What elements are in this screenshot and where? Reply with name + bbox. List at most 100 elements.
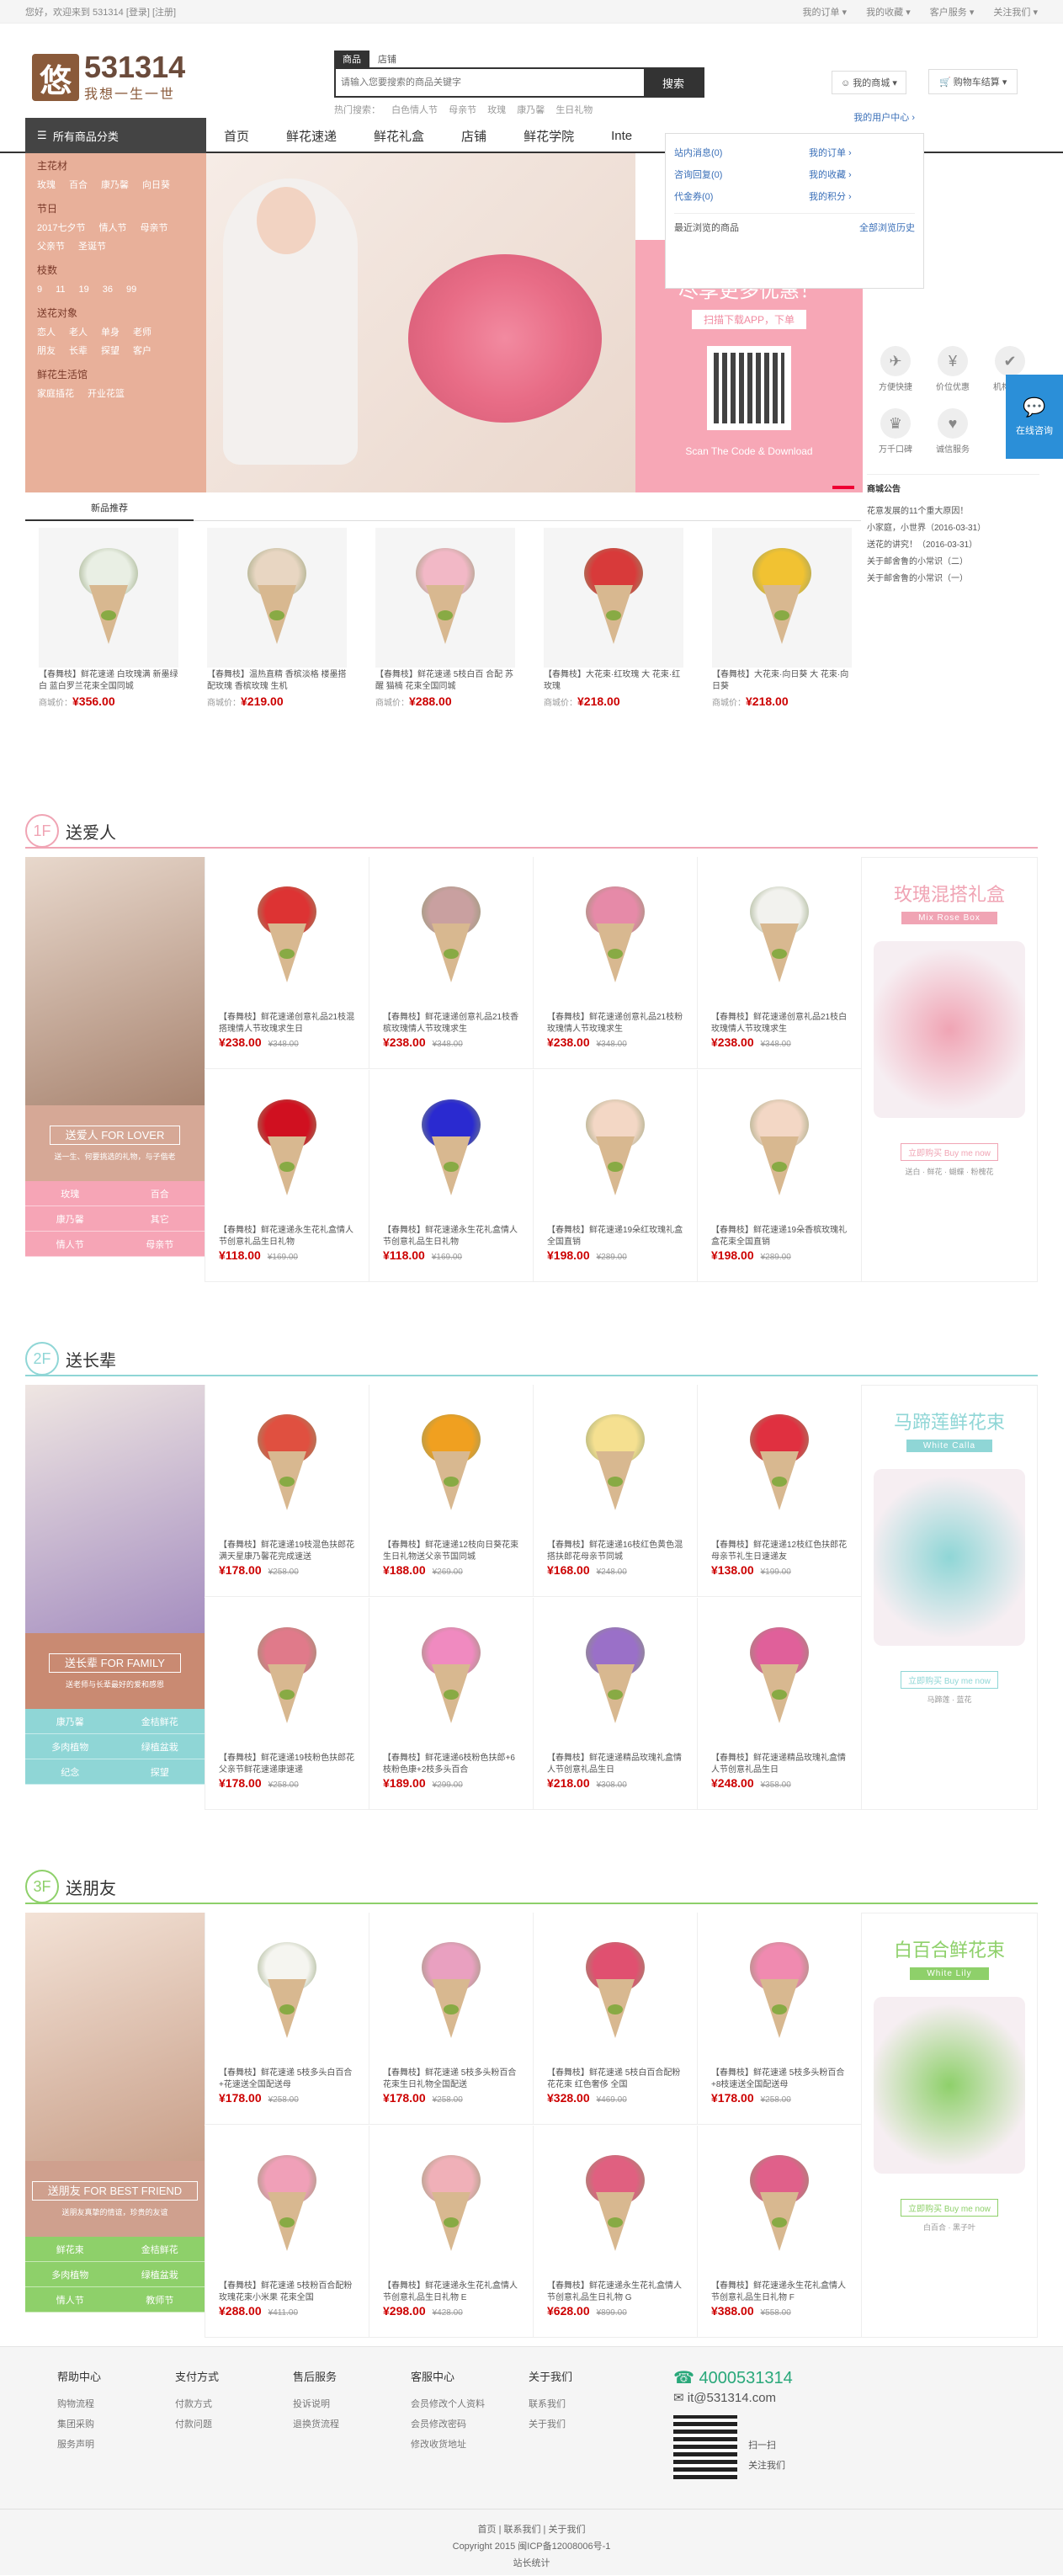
product-image[interactable] — [383, 1082, 519, 1216]
product-image[interactable] — [711, 1082, 848, 1216]
product-image[interactable] — [219, 1397, 355, 1531]
product-title[interactable]: 【春舞枝】鲜花速递 5枝多头粉百合+8枝速送全国配送母 — [711, 2068, 848, 2091]
product-title[interactable]: 【春舞枝】鲜花速递12枝向日葵花束生日礼物送父亲节国同城 — [383, 1540, 519, 1563]
tab-new-products[interactable]: 新品推荐 — [25, 501, 194, 521]
product-card[interactable]: 【春舞枝】鲜花速递12枝向日葵花束生日礼物送父亲节国同城 ¥188.00 ¥269.… — [369, 1385, 533, 1597]
vouchers-link[interactable]: 代金券(0) — [674, 186, 809, 208]
nav-flower-academy[interactable]: 鲜花学院 — [524, 127, 574, 145]
category-group-title[interactable]: 节日 — [37, 201, 194, 216]
product-card[interactable]: 【春舞枝】鲜花速递16枝红色黄色混搭扶郎花母亲节同城 ¥168.00 ¥248.00 — [533, 1385, 697, 1597]
category-item[interactable]: 19 — [79, 280, 89, 299]
product-title[interactable]: 【春舞枝】鲜花速递永生花礼盒情人节创意礼品生日礼物 E — [383, 2281, 519, 2304]
all-categories-button[interactable]: ☰ 所有商品分类 — [25, 118, 206, 153]
product-title[interactable]: 【春舞枝】鲜花速递创意礼品21枝香槟玫瑰情人节玫瑰求生 — [383, 1012, 519, 1035]
category-item[interactable]: 恋人 — [37, 323, 56, 342]
product-card[interactable]: 【春舞枝】鲜花速递 5枝多头白百合+花速送全国配送母 ¥178.00 ¥258.00 — [205, 1913, 369, 2125]
product-title[interactable]: 【春舞枝】鲜花速递19朵红玫瑰礼盒全国直销 — [547, 1225, 683, 1248]
floor-keyword[interactable]: 金桔鲜花 — [114, 2237, 205, 2262]
floor-feature[interactable]: 玫瑰混搭礼盒 Mix Rose Box 立即购买 Buy me now 送白 · 鲜花… — [861, 857, 1038, 1282]
floor-tag-title[interactable]: 送爱人 FOR LOVER — [49, 1126, 181, 1145]
service-item[interactable]: ¥ 价位优惠 — [924, 346, 981, 408]
product-title[interactable]: 【春舞枝】鲜花速递创意礼品21枝白玫瑰情人节玫瑰求生 — [711, 1012, 848, 1035]
buy-now-button[interactable]: 立即购买 Buy me now — [901, 1671, 998, 1689]
footer-link[interactable]: 服务声明 — [57, 2435, 175, 2455]
footer-link[interactable]: 联系我们 — [529, 2394, 646, 2414]
stats-link[interactable]: 站长统计 — [0, 2555, 1063, 2572]
feature-image[interactable] — [874, 1997, 1025, 2174]
category-item[interactable]: 情人节 — [98, 219, 126, 237]
floor-keyword[interactable]: 多肉植物 — [25, 1734, 115, 1759]
product-title[interactable]: 【春舞枝】鲜花速递永生花礼盒情人节创意礼品生日礼物 F — [711, 2281, 848, 2304]
product-image[interactable] — [219, 2137, 355, 2272]
product-title[interactable]: 【春舞枝】鲜花速递创意礼品21枝混搭瑰情人节玫瑰求生日 — [219, 1012, 355, 1035]
product-card[interactable]: 【春舞枝】鲜花速递 5枝粉百合配粉玫瑰花束小米果 花束全国 ¥288.00 ¥411… — [205, 2125, 369, 2338]
floor-feature[interactable]: 马蹄莲鲜花束 White Calla 立即购买 Buy me now 马蹄莲 · 蓝花 — [861, 1385, 1038, 1810]
hot-keyword[interactable]: 白色情人节 — [391, 105, 438, 115]
product-image[interactable] — [711, 1610, 848, 1744]
floor-keyword[interactable]: 纪念 — [25, 1759, 115, 1785]
product-title[interactable]: 【春舞枝】鲜花速递永生花礼盒情人节创意礼品生日礼物 G — [547, 2281, 683, 2304]
product-image[interactable] — [375, 528, 515, 668]
floor-keyword[interactable]: 康乃馨 — [25, 1709, 115, 1734]
hot-keyword[interactable]: 生日礼物 — [555, 105, 593, 115]
product-card[interactable]: 【春舞枝】鲜花速递永生花礼盒情人节创意礼品生日礼物 F ¥388.00 ¥558.0… — [697, 2125, 861, 2338]
product-title[interactable]: 【春舞枝】鲜花速递19朵香槟玫瑰礼盒花束全国直销 — [711, 1225, 848, 1248]
product-image[interactable] — [383, 1610, 519, 1744]
category-item[interactable]: 9 — [37, 280, 42, 299]
footer-link[interactable]: 退换货流程 — [293, 2414, 411, 2435]
product-card[interactable]: 【春舞枝】鲜花速递19朵香槟玫瑰礼盒花束全国直销 ¥198.00 ¥289.00 — [697, 1069, 861, 1282]
product-card[interactable]: 【春舞枝】鲜花速递创意礼品21枝粉玫瑰情人节玫瑰求生 ¥238.00 ¥348.00 — [533, 857, 697, 1069]
my-orders-dd-link[interactable]: 我的订单 › — [809, 142, 943, 164]
product-card[interactable]: 【春舞枝】鲜花速递永生花礼盒情人节创意礼品生日礼物 ¥118.00 ¥169.00 — [369, 1069, 533, 1282]
category-item[interactable]: 99 — [126, 280, 136, 299]
category-item[interactable]: 家庭插花 — [37, 385, 74, 403]
product-image[interactable] — [383, 1924, 519, 2059]
category-item[interactable]: 开业花篮 — [88, 385, 125, 403]
category-item[interactable]: 2017七夕节 — [37, 219, 85, 237]
category-item[interactable]: 父亲节 — [37, 237, 65, 256]
product-title[interactable]: 【春舞枝】鲜花速递精品玫瑰礼盒情人节创意礼品生日 — [711, 1753, 848, 1776]
product-image[interactable] — [547, 1924, 683, 2059]
footer-link[interactable]: 会员修改个人资料 — [411, 2394, 529, 2414]
product-image[interactable] — [207, 528, 347, 668]
product-image[interactable] — [219, 869, 355, 1003]
footer-link[interactable]: 付款问题 — [175, 2414, 293, 2435]
product-image[interactable] — [383, 1397, 519, 1531]
product-image[interactable] — [547, 1082, 683, 1216]
my-orders-link[interactable]: 我的订单 ▾ — [803, 8, 848, 18]
footer-link[interactable]: 关于我们 — [529, 2414, 646, 2435]
product-title[interactable]: 【春舞枝】鲜花速递 白玫瑰满 新墨绿白 蓝白罗兰花束全国同城 — [39, 669, 178, 693]
product-title[interactable]: 【春舞枝】大花束·向日葵 大 花束·向日葵 — [712, 669, 852, 693]
floor-keyword[interactable]: 金桔鲜花 — [114, 1709, 205, 1734]
product-image[interactable] — [547, 1397, 683, 1531]
product-image[interactable] — [547, 2137, 683, 2272]
product-card[interactable]: 【春舞枝】鲜花速递永生花礼盒情人节创意礼品生日礼物 E ¥298.00 ¥428.0… — [369, 2125, 533, 2338]
floor-photo[interactable] — [25, 1385, 205, 1633]
product-title[interactable]: 【春舞枝】鲜花速递6枝粉色扶郎+6枝粉色康+2枝多头百合 — [383, 1753, 519, 1776]
footer-link[interactable]: 集团采购 — [57, 2414, 175, 2435]
product-card[interactable]: 【春舞枝】鲜花速递19朵红玫瑰礼盒全国直销 ¥198.00 ¥289.00 — [533, 1069, 697, 1282]
mail-address[interactable]: it@531314.com — [688, 2391, 776, 2405]
product-card[interactable]: 【春舞枝】鲜花速递精品玫瑰礼盒情人节创意礼品生日 ¥248.00 ¥358.00 — [697, 1597, 861, 1810]
service-item[interactable]: ✈ 方便快捷 — [867, 346, 924, 408]
product-image[interactable] — [711, 1924, 848, 2059]
footer-link[interactable]: 修改收货地址 — [411, 2435, 529, 2455]
my-mall-button[interactable]: ☺ 我的商城 ▾ — [832, 71, 906, 94]
product-card[interactable]: 【春舞枝】鲜花速递12枝红色扶郎花母亲节礼生日速递友 ¥138.00 ¥199.00 — [697, 1385, 861, 1597]
product-card[interactable]: 【春舞枝】鲜花速递创意礼品21枝白玫瑰情人节玫瑰求生 ¥238.00 ¥348.00 — [697, 857, 861, 1069]
product-card[interactable]: 【春舞枝】鲜花速递精品玫瑰礼盒情人节创意礼品生日 ¥218.00 ¥308.00 — [533, 1597, 697, 1810]
product-title[interactable]: 【春舞枝】鲜花速递12枝红色扶郎花母亲节礼生日速递友 — [711, 1540, 848, 1563]
hot-keyword[interactable]: 康乃馨 — [517, 105, 545, 115]
product-card[interactable]: 【春舞枝】鲜花速递永生花礼盒情人节创意礼品生日礼物 G ¥628.00 ¥899.0… — [533, 2125, 697, 2338]
footer-link[interactable]: 投诉说明 — [293, 2394, 411, 2414]
floor-keyword[interactable]: 教师节 — [114, 2287, 205, 2313]
floor-photo[interactable] — [25, 857, 205, 1105]
product-image[interactable] — [383, 869, 519, 1003]
floor-keyword[interactable]: 多肉植物 — [25, 2262, 115, 2287]
slide-indicator[interactable] — [832, 486, 854, 489]
nav-flower-delivery[interactable]: 鲜花速递 — [286, 127, 337, 145]
service-item[interactable]: ♥ 诚信服务 — [924, 408, 981, 471]
nav-inte[interactable]: Inte — [611, 129, 632, 143]
nav-home[interactable]: 首页 — [224, 127, 249, 145]
product-card[interactable]: 【春舞枝】鲜花速递创意礼品21枝香槟玫瑰情人节玫瑰求生 ¥238.00 ¥348.0… — [369, 857, 533, 1069]
